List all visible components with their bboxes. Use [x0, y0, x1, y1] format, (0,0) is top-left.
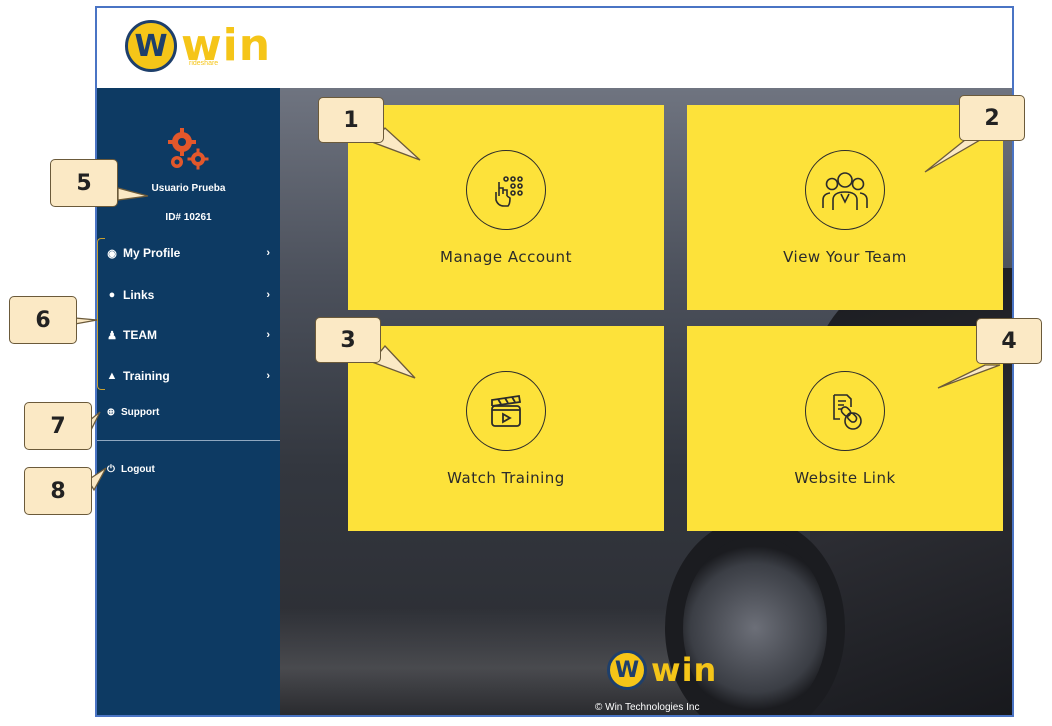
dashboard-main: Manage Account View Your Team Watch Trai… — [280, 88, 1012, 715]
user-id: ID# 10261 — [165, 212, 212, 223]
callout-7: 7 — [24, 402, 92, 450]
sidebar-item-logout[interactable]: ⏻ Logout — [105, 463, 155, 475]
logout-label: Logout — [121, 463, 155, 475]
callout-2: 2 — [959, 95, 1025, 141]
sidebar: Usuario Prueba ID# 10261 ◉ My Profile › … — [97, 88, 280, 715]
tile-label: Watch Training — [447, 469, 565, 487]
callout-5: 5 — [50, 159, 118, 207]
link-document-icon — [805, 371, 885, 451]
footer-logo: W win — [607, 650, 717, 690]
tile-label: View Your Team — [783, 248, 907, 266]
sidebar-item-links[interactable]: ● Links › — [105, 284, 270, 306]
sidebar-item-label: My Profile — [123, 246, 181, 260]
support-label: Support — [121, 406, 160, 418]
graduation-cap-icon: ▲ — [106, 370, 118, 382]
power-icon: ⏻ — [107, 463, 115, 475]
chevron-right-icon: › — [266, 329, 270, 341]
chevron-right-icon: › — [266, 289, 270, 301]
chevron-right-icon: › — [266, 370, 270, 382]
hand-tap-icon — [466, 150, 546, 230]
header: W win rideshare — [97, 8, 1012, 88]
globe-icon: ● — [108, 289, 116, 301]
lifebuoy-icon: ⊕ — [106, 406, 116, 418]
sidebar-item-training[interactable]: ▲ Training › — [105, 365, 270, 387]
app-window: W win rideshare Usuario Prueba ID# 10261… — [95, 6, 1014, 717]
sidebar-item-my-profile[interactable]: ◉ My Profile › — [105, 242, 270, 264]
chevron-right-icon: › — [266, 247, 270, 259]
logo-sub: rideshare — [189, 60, 219, 67]
copyright-text: © Win Technologies Inc — [595, 702, 700, 713]
callout-6: 6 — [9, 296, 77, 344]
sidebar-item-support[interactable]: ⊕ Support — [105, 406, 160, 418]
footer-logo-badge: W — [607, 650, 647, 690]
sidebar-item-label: TEAM — [123, 328, 157, 342]
logo-badge: W — [125, 20, 177, 72]
menu-bracket — [97, 238, 105, 390]
tile-label: Website Link — [794, 469, 896, 487]
sidebar-item-label: Links — [123, 288, 155, 302]
sidebar-item-label: Training — [123, 369, 170, 383]
footer-logo-word: win — [651, 651, 718, 689]
tile-watch-training[interactable]: Watch Training — [348, 326, 664, 531]
callout-1: 1 — [318, 97, 384, 143]
callout-4: 4 — [976, 318, 1042, 364]
users-icon: ♟ — [107, 329, 117, 342]
clapperboard-icon — [466, 371, 546, 451]
callout-8: 8 — [24, 467, 92, 515]
tile-label: Manage Account — [440, 248, 572, 266]
tile-website-link[interactable]: Website Link — [687, 326, 1003, 531]
gears-icon — [168, 128, 209, 170]
team-icon — [805, 150, 885, 230]
user-name: Usuario Prueba — [151, 183, 226, 194]
callout-3: 3 — [315, 317, 381, 363]
sidebar-divider — [97, 440, 280, 441]
sidebar-item-team[interactable]: ♟ TEAM › — [105, 324, 270, 346]
user-circle-icon: ◉ — [107, 247, 117, 260]
tile-manage-account[interactable]: Manage Account — [348, 105, 664, 310]
tile-view-your-team[interactable]: View Your Team — [687, 105, 1003, 310]
